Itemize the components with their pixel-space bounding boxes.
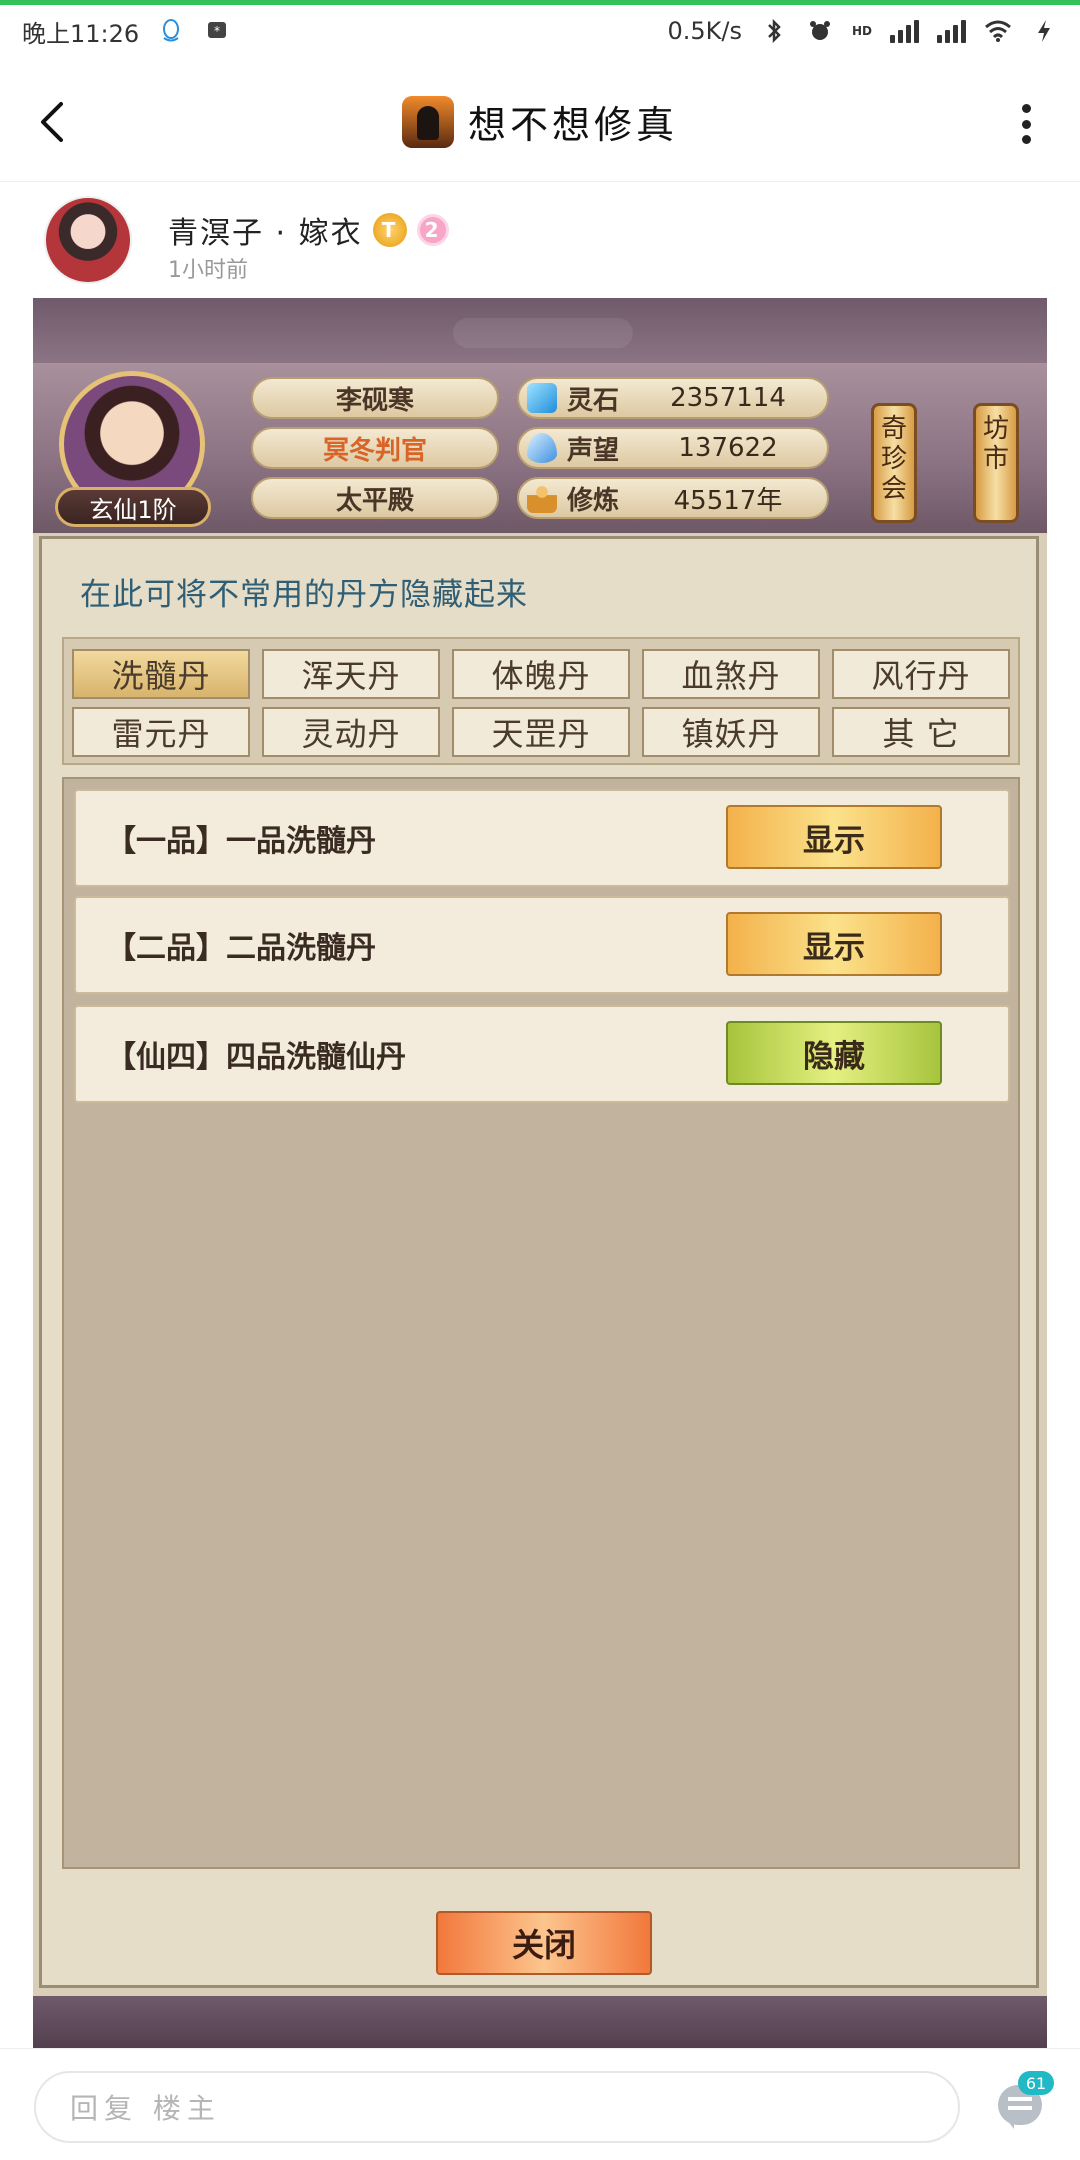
stat-label: 修炼 — [567, 485, 620, 516]
level-badge: 2 — [416, 214, 449, 246]
dot-icon — [1021, 104, 1031, 113]
wifi-icon — [984, 17, 1012, 45]
tab-huntiandan[interactable]: 浑天丹 — [262, 649, 440, 699]
post-time: 1小时前 — [168, 258, 248, 283]
recipe-row: 【一品】一品洗髓丹 显示 — [74, 789, 1010, 887]
chevron-left-icon — [41, 102, 63, 142]
status-bar-right: 0.5K/s HD — [667, 17, 1058, 45]
alarm-icon — [806, 17, 834, 45]
player-name: 李砚寒 — [251, 377, 499, 419]
stat-spirit-stone: 灵石 2357114 — [517, 377, 829, 419]
recipe-label: 【二品】二品洗髓丹 — [106, 931, 376, 966]
network-type-label: HD — [851, 24, 872, 38]
recipe-label: 【一品】一品洗髓丹 — [106, 824, 376, 859]
status-bar: 晚上11:26 * 0.5K/s HD — [0, 5, 1080, 57]
hide-button[interactable]: 隐藏 — [726, 1021, 942, 1085]
stat-value: 2357114 — [670, 383, 786, 413]
game-top-frame — [33, 298, 1047, 363]
forum-title-text: 想不想修真 — [467, 103, 678, 147]
game-player-header: 玄仙1阶 李砚寒 冥冬判官 太平殿 灵石 2357114 声望 137622 修… — [33, 363, 1047, 533]
recipe-row: 【仙四】四品洗髓仙丹 隐藏 — [74, 1005, 1010, 1103]
tab-zhenyaodan[interactable]: 镇妖丹 — [642, 707, 820, 757]
post-header: 青溟子 · 嫁衣 T 2 1小时前 — [0, 190, 1080, 290]
author-info: 青溟子 · 嫁衣 T 2 — [168, 208, 449, 252]
recipe-hide-panel: 在此可将不常用的丹方隐藏起来 洗髓丹 浑天丹 体魄丹 血煞丹 风行丹 雷元丹 灵… — [39, 536, 1039, 1988]
bluetooth-icon — [760, 17, 788, 45]
notification-icon: * — [203, 17, 231, 45]
author-avatar[interactable] — [44, 196, 132, 284]
status-bar-left: 晚上11:26 * — [22, 14, 231, 49]
signal-icon-2 — [937, 19, 966, 43]
reply-bar: 回复 楼主 61 — [0, 2048, 1080, 2160]
player-rank: 玄仙1阶 — [55, 487, 211, 527]
tab-leiyuandan[interactable]: 雷元丹 — [72, 707, 250, 757]
player-title: 冥冬判官 — [251, 427, 499, 469]
qq-icon — [157, 17, 185, 45]
stat-cultivation: 修炼 45517年 — [517, 477, 829, 519]
tab-other[interactable]: 其 它 — [832, 707, 1010, 757]
shop-scroll-fangshi[interactable]: 坊市 — [973, 403, 1019, 523]
signal-icon-1 — [890, 19, 919, 43]
tab-xisuidan[interactable]: 洗髓丹 — [72, 649, 250, 699]
forum-title: 想不想修真 — [401, 94, 678, 149]
close-button[interactable]: 关闭 — [436, 1911, 652, 1975]
game-bottom-frame — [33, 1996, 1047, 2048]
panel-hint: 在此可将不常用的丹方隐藏起来 — [80, 577, 528, 613]
recipe-row: 【二品】二品洗髓丹 显示 — [74, 896, 1010, 994]
shop-scroll-qizhenhui[interactable]: 奇珍会 — [871, 403, 917, 523]
tab-tipodan[interactable]: 体魄丹 — [452, 649, 630, 699]
app-logo — [401, 95, 454, 148]
spirit-stone-icon — [527, 383, 557, 413]
show-button[interactable]: 显示 — [726, 805, 942, 869]
net-speed: 0.5K/s — [667, 17, 742, 45]
charging-icon — [1030, 17, 1058, 45]
stat-value: 137622 — [678, 433, 778, 463]
tab-tiangangdan[interactable]: 天罡丹 — [452, 707, 630, 757]
stat-value: 45517年 — [673, 485, 783, 516]
show-button[interactable]: 显示 — [726, 912, 942, 976]
dot-icon — [1021, 135, 1031, 144]
dot-icon — [1021, 119, 1031, 129]
reputation-crystal-icon — [527, 433, 557, 463]
pill-category-tabs: 洗髓丹 浑天丹 体魄丹 血煞丹 风行丹 雷元丹 灵动丹 天罡丹 镇妖丹 其 它 — [62, 637, 1020, 765]
recipe-list: 【一品】一品洗髓丹 显示 【二品】二品洗髓丹 显示 【仙四】四品洗髓仙丹 隐藏 — [62, 777, 1020, 1869]
tab-fengxingdan[interactable]: 风行丹 — [832, 649, 1010, 699]
svg-text:*: * — [214, 24, 220, 38]
stat-reputation: 声望 137622 — [517, 427, 829, 469]
author-name[interactable]: 青溟子 · 嫁衣 — [168, 208, 363, 252]
comment-count-badge: 61 — [1018, 2071, 1054, 2095]
game-screenshot[interactable]: 玄仙1阶 李砚寒 冥冬判官 太平殿 灵石 2357114 声望 137622 修… — [33, 298, 1047, 2048]
more-options-button[interactable] — [1014, 100, 1038, 148]
recipe-label: 【仙四】四品洗髓仙丹 — [106, 1040, 406, 1075]
app-header: 想不想修真 — [0, 62, 1080, 182]
stat-label: 声望 — [567, 435, 620, 466]
reply-input[interactable]: 回复 楼主 — [34, 2071, 960, 2143]
member-badge: T — [372, 213, 407, 247]
player-sect: 太平殿 — [251, 477, 499, 519]
tab-lingdongdan[interactable]: 灵动丹 — [262, 707, 440, 757]
tab-xueshadan[interactable]: 血煞丹 — [642, 649, 820, 699]
meditation-icon — [527, 483, 557, 513]
stat-label: 灵石 — [567, 385, 620, 416]
back-button[interactable] — [30, 96, 74, 148]
status-time: 晚上11:26 — [22, 19, 140, 48]
